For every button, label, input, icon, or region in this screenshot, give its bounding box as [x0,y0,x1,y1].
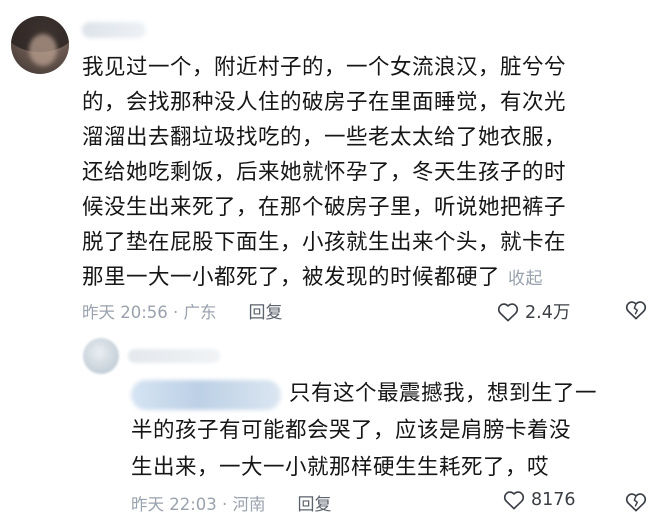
comment-timestamp-location: 昨天 20:56 · 广东 [82,302,217,322]
reply-reply-button[interactable]: 回复 [298,490,332,515]
reply-username-redacted[interactable] [128,349,220,363]
comment-line: 溜溜出去翻垃圾找吃的，一些老太太给了她衣服， [82,125,567,150]
reply-button[interactable]: 回复 [249,298,283,323]
reply-meta: 昨天 22:03 · 河南 回复 [131,490,332,516]
comment-line: 我见过一个，附近村子的，一个女流浪汉，脏兮兮 [82,55,567,80]
comment-line: 的，会找那种没人住的破房子在里面睡觉，有次光 [82,90,567,115]
comment-body: 我见过一个，附近村子的，一个女流浪汉，脏兮兮 的，会找那种没人住的破房子在里面睡… [82,50,642,297]
like-button[interactable]: 2.4万 [497,299,570,324]
comment-line: 还给她吃剩饭，后来她就怀孕了，冬天生孩子的时 [82,160,567,185]
heart-outline-icon [497,302,519,321]
avatar[interactable] [11,16,69,74]
avatar-face [29,34,57,66]
heart-outline-icon [503,491,525,510]
reply-like-count: 8176 [531,490,576,510]
reply-avatar[interactable] [83,338,119,374]
broken-heart-icon[interactable] [625,492,647,512]
reply-timestamp-location: 昨天 22:03 · 河南 [131,494,266,514]
collapse-link[interactable]: 收起 [508,269,543,289]
comment-thread: 我见过一个，附近村子的，一个女流浪汉，脏兮兮 的，会找那种没人住的破房子在里面睡… [0,0,672,530]
broken-heart-icon[interactable] [625,300,647,320]
comment-line: 候没生出来死了，在那个破房子里，听说她把裤子 [82,195,567,220]
username-redacted[interactable] [82,22,146,38]
comment-line-text: 那里一大一小都死了，被发现的时候都硬了 [82,265,501,290]
reply-line: 半的孩子有可能都会哭了，应该是肩膀卡着没 [131,418,572,443]
reply-line: 生出来，一大一小就那样硬生生耗死了，哎 [131,455,550,480]
comment-meta: 昨天 20:56 · 广东 回复 [82,298,283,324]
reply-like-button[interactable]: 8176 [503,490,576,510]
reply-body: 只有这个最震撼我，想到生了一 半的孩子有可能都会哭了，应该是肩膀卡着没 生出来，… [131,375,651,486]
like-count: 2.4万 [525,303,571,323]
comment-line-last: 那里一大一小都死了，被发现的时候都硬了 收起 [82,260,642,297]
comment-line: 脱了垫在屁股下面生，小孩就生出来个头，就卡在 [82,230,567,255]
reply-line: 只有这个最震撼我，想到生了一 [289,381,598,406]
